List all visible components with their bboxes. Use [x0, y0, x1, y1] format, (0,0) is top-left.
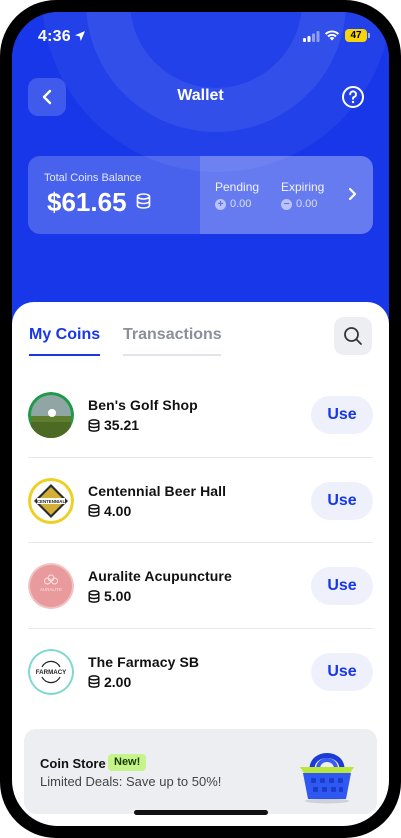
centennial-logo: CENTENNIAL	[28, 477, 74, 524]
merchant-coins: 5.00	[88, 588, 131, 604]
home-indicator[interactable]	[134, 810, 268, 815]
coins-sheet: My Coins Transactions Ben's Golf Shop 35…	[12, 302, 389, 826]
merchant-coins: 4.00	[88, 503, 131, 519]
balance-amount: $61.65	[47, 187, 127, 217]
merchant-coins: 2.00	[88, 674, 131, 690]
location-arrow-icon	[75, 31, 85, 41]
chevron-right-icon	[348, 187, 357, 201]
cellular-signal-icon	[303, 31, 320, 42]
battery-icon: 47	[345, 29, 370, 42]
list-item: FARMACY The Farmacy SB 2.00 Use	[12, 629, 389, 715]
merchant-coins: 35.21	[88, 417, 139, 433]
coin-amount: 2.00	[104, 673, 132, 690]
merchant-name: Centennial Beer Hall	[88, 482, 227, 499]
coin-stack-icon	[88, 675, 100, 688]
coin-amount: 35.21	[104, 417, 140, 433]
minus-circle-icon: −	[281, 198, 292, 210]
store-title: Coin Store	[40, 756, 106, 771]
list-item: AURALITE Auralite Acupuncture 5.00 Use	[12, 543, 389, 629]
wifi-icon	[324, 30, 340, 41]
expiring-value-row: − 0.00	[281, 198, 317, 210]
store-subtitle: Limited Deals: Save up to 50%!	[40, 774, 222, 789]
phone-frame: 4:36 47 Wallet Total Coins Balance $61.6…	[0, 0, 401, 838]
screen: 4:36 47 Wallet Total Coins Balance $61.6…	[12, 12, 389, 826]
pending-value-row: + 0.00	[215, 198, 251, 210]
farmacy-logo: FARMACY	[28, 648, 74, 695]
expiring-value: 0.00	[296, 198, 318, 210]
use-button[interactable]: Use	[311, 396, 373, 434]
auralite-logo: AURALITE	[28, 563, 74, 609]
coin-stack-icon	[88, 504, 100, 517]
pending-value: 0.00	[230, 198, 252, 210]
coin-stack-icon	[88, 589, 100, 603]
coin-amount: 4.00	[104, 502, 132, 519]
centennial-logo-text: CENTENNIAL	[37, 498, 66, 503]
list-item: CENTENNIAL Centennial Beer Hall 4.00 Use	[12, 458, 389, 544]
search-button[interactable]	[334, 317, 372, 355]
auralite-logo-text: AURALITE	[40, 587, 62, 592]
farmacy-logo-text: FARMACY	[36, 669, 67, 676]
use-button[interactable]: Use	[311, 567, 373, 605]
coin-store-banner[interactable]: Coin Store New! Limited Deals: Save up t…	[24, 729, 377, 814]
status-bar: 4:36 47	[12, 12, 389, 58]
merchant-name: Auralite Acupuncture	[88, 568, 232, 584]
shopping-basket-icon	[300, 753, 354, 804]
status-time: 4:36	[38, 28, 71, 45]
page-title: Wallet	[177, 87, 224, 104]
coin-amount: 5.00	[104, 588, 132, 604]
tab-divider	[123, 354, 221, 356]
list-item: Ben's Golf Shop 35.21 Use	[12, 372, 389, 458]
balance-card: Total Coins Balance $61.65 Pending + 0.0…	[28, 156, 373, 234]
tab-transactions[interactable]: Transactions	[123, 326, 222, 344]
merchant-list: Ben's Golf Shop 35.21 Use CENTENNIAL Cen…	[12, 372, 389, 714]
balance-label: Total Coins Balance	[44, 172, 142, 184]
pending-label: Pending	[215, 180, 260, 194]
active-tab-indicator	[29, 354, 100, 356]
plus-circle-icon: +	[215, 198, 226, 210]
search-icon	[344, 327, 362, 345]
tab-my-coins[interactable]: My Coins	[29, 326, 100, 344]
new-badge: New!	[108, 754, 147, 771]
merchant-name: The Farmacy SB	[88, 653, 200, 670]
wallet-header: 4:36 47 Wallet Total Coins Balance $61.6…	[12, 12, 389, 332]
merchant-name: Ben's Golf Shop	[88, 397, 198, 413]
use-button[interactable]: Use	[311, 652, 373, 691]
golf-ball-icon	[28, 392, 74, 438]
expiring-label: Expiring	[281, 180, 325, 194]
coin-stack-icon	[88, 418, 100, 432]
coin-stack-icon	[136, 193, 151, 209]
use-button[interactable]: Use	[311, 481, 373, 520]
help-icon[interactable]	[341, 85, 365, 109]
pending-expiring-details[interactable]: Pending + 0.00 Expiring − 0.00	[200, 156, 373, 234]
